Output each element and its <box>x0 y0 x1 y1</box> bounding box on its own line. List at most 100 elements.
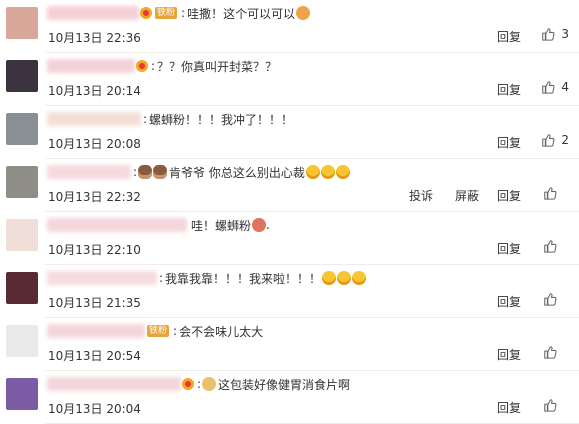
username-blurred[interactable] <box>47 271 157 285</box>
comment-timestamp: 10月13日 22:36 <box>48 31 141 45</box>
avatar[interactable] <box>6 325 38 357</box>
reply-button[interactable]: 回复 <box>497 134 521 151</box>
doge-emoji-icon <box>202 377 217 391</box>
comment-row: : 我靠我靠！！！我来啦！！！ 10月13日 21:35 回复 <box>0 265 579 318</box>
like-count: 3 <box>561 27 569 41</box>
laugh-emoji-icon <box>305 165 320 179</box>
heart-eyes-emoji-icon <box>322 271 337 285</box>
vip-badge-icon <box>140 7 152 19</box>
like-button[interactable]: 3 <box>541 27 569 41</box>
avatar[interactable] <box>6 378 38 410</box>
comment-line: : 螺蛳粉！！！我冲了！！！ <box>47 110 293 128</box>
avatar[interactable] <box>6 7 38 39</box>
thumbs-up-icon <box>543 186 557 200</box>
monkey-emoji-icon <box>138 165 153 179</box>
reply-button[interactable]: 回复 <box>497 240 521 257</box>
comment-timestamp: 10月13日 22:10 <box>48 243 141 257</box>
username-blurred[interactable] <box>47 324 145 338</box>
like-count: 2 <box>561 133 569 147</box>
thumbs-up-icon <box>543 292 557 306</box>
comment-text: 这包装好像健胃消食片啊 <box>218 377 351 392</box>
reply-button[interactable]: 回复 <box>497 293 521 310</box>
comment-line: : 这包装好像健胃消食片啊 <box>47 375 350 393</box>
like-button[interactable] <box>543 398 569 412</box>
username-blurred[interactable] <box>47 165 131 179</box>
comment-colon: : <box>133 165 138 179</box>
monkey-emoji-icon <box>153 165 168 179</box>
laugh-emoji-icon <box>320 165 335 179</box>
avatar[interactable] <box>6 272 38 304</box>
thumbs-up-icon <box>541 80 555 94</box>
avatar[interactable] <box>6 166 38 198</box>
laugh-emoji-icon <box>335 165 350 179</box>
comment-text: 会不会味儿太大 <box>179 324 264 339</box>
vip-badge-icon <box>182 378 194 390</box>
avatar[interactable] <box>6 113 38 145</box>
comment-colon: : <box>181 6 186 20</box>
like-button[interactable] <box>543 239 569 253</box>
username-blurred[interactable] <box>47 112 141 126</box>
thumbs-up-icon <box>543 398 557 412</box>
comment-row: 铁粉: 哇撒！这个可以可以 10月13日 22:36 回复 3 <box>0 0 579 53</box>
comment-text: 肯爷爷 你总这么别出心裁 <box>169 165 305 180</box>
comment-row: 哇！螺蛳粉. 10月13日 22:10 回复 <box>0 212 579 265</box>
reply-button[interactable]: 回复 <box>497 81 521 98</box>
comment-colon: : <box>143 112 148 126</box>
comment-colon: : <box>173 324 178 338</box>
comment-line: : ？？你真叫开封菜？？ <box>47 57 277 75</box>
reply-button[interactable]: 回复 <box>497 187 521 204</box>
reply-button[interactable]: 回复 <box>497 346 521 363</box>
comment-timestamp: 10月13日 22:32 <box>48 190 141 204</box>
reply-button[interactable]: 回复 <box>497 28 521 45</box>
comment-timestamp: 10月13日 20:04 <box>48 402 141 416</box>
face-red-emoji-icon <box>252 218 267 232</box>
username-blurred[interactable] <box>47 377 181 391</box>
like-button[interactable] <box>543 292 569 306</box>
like-button[interactable] <box>543 186 569 200</box>
comment-text: 我靠我靠！！！我来啦！！！ <box>165 271 322 286</box>
fan-badge: 铁粉 <box>155 7 178 19</box>
thumbs-up-icon <box>541 27 555 41</box>
username-blurred[interactable] <box>47 59 135 73</box>
thumbs-up-icon <box>541 133 555 147</box>
username-blurred[interactable] <box>47 6 139 20</box>
avatar[interactable] <box>6 219 38 251</box>
avatar[interactable] <box>6 60 38 92</box>
comment-line: 哇！螺蛳粉. <box>47 216 270 234</box>
comment-colon: : <box>151 59 156 73</box>
cat-face-emoji-icon <box>296 6 311 20</box>
comment-timestamp: 10月13日 20:08 <box>48 137 141 151</box>
comment-line: 铁粉: 会不会味儿太大 <box>47 322 263 340</box>
comment-colon: : <box>197 377 202 391</box>
heart-eyes-emoji-icon <box>337 271 352 285</box>
heart-eyes-emoji-icon <box>352 271 367 285</box>
like-count: 4 <box>561 80 569 94</box>
comment-text: ？？你真叫开封菜？？ <box>157 59 278 74</box>
comment-colon: : <box>159 271 164 285</box>
report-link[interactable]: 投诉 <box>409 187 433 204</box>
comment-row: : 螺蛳粉！！！我冲了！！！ 10月13日 20:08 回复 2 <box>0 106 579 159</box>
comment-list: 铁粉: 哇撒！这个可以可以 10月13日 22:36 回复 3: ？？你真叫开封菜？？ 10… <box>0 0 579 424</box>
comment-row: : ？？你真叫开封菜？？ 10月13日 20:14 回复 4 <box>0 53 579 106</box>
reply-button[interactable]: 回复 <box>497 399 521 416</box>
comment-row: : 这包装好像健胃消食片啊 10月13日 20:04 回复 <box>0 371 579 424</box>
comment-text: 哇撒！这个可以可以 <box>187 6 296 21</box>
like-button[interactable] <box>543 345 569 359</box>
comment-line: 铁粉: 哇撒！这个可以可以 <box>47 4 311 22</box>
comment-suffix: . <box>266 218 270 232</box>
thumbs-up-icon <box>543 345 557 359</box>
like-button[interactable]: 2 <box>541 133 569 147</box>
comment-timestamp: 10月13日 20:54 <box>48 349 141 363</box>
comment-text: 哇！螺蛳粉 <box>191 218 252 233</box>
comment-line: : 肯爷爷 你总这么别出心裁 <box>47 163 350 181</box>
username-blurred[interactable] <box>47 218 187 232</box>
block-link[interactable]: 屏蔽 <box>455 187 479 204</box>
vip-badge-icon <box>136 60 148 72</box>
comment-timestamp: 10月13日 21:35 <box>48 296 141 310</box>
comment-timestamp: 10月13日 20:14 <box>48 84 141 98</box>
comment-row: 铁粉: 会不会味儿太大 10月13日 20:54 回复 <box>0 318 579 371</box>
fan-badge: 铁粉 <box>147 325 170 337</box>
comment-text: 螺蛳粉！！！我冲了！！！ <box>149 112 294 127</box>
like-button[interactable]: 4 <box>541 80 569 94</box>
comment-row: : 肯爷爷 你总这么别出心裁 10月13日 22:32 投诉 屏蔽 回复 <box>0 159 579 212</box>
